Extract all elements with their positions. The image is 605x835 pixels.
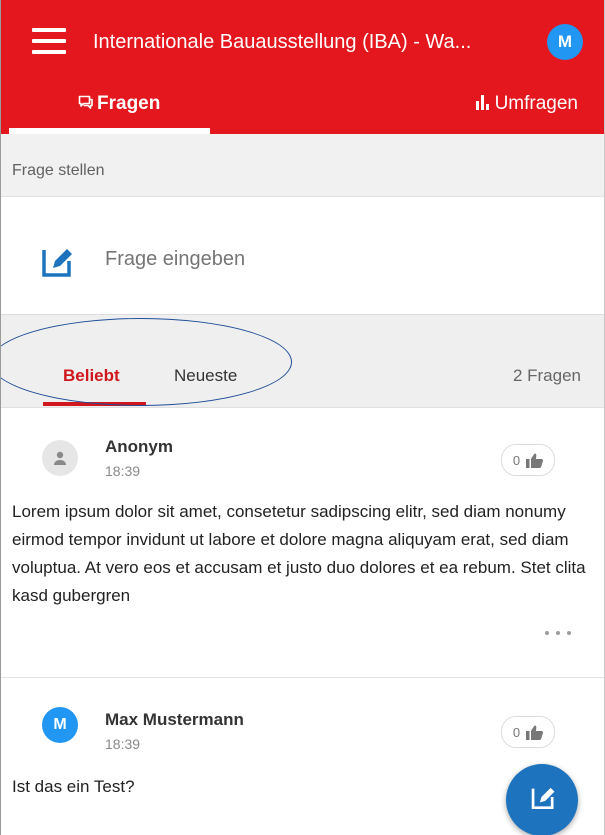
like-button[interactable]: 0 — [501, 444, 555, 476]
more-options-icon[interactable] — [543, 624, 573, 640]
person-icon — [54, 451, 66, 465]
question-author: Anonym — [105, 437, 173, 456]
ask-section-title: Frage stellen — [12, 162, 105, 179]
user-avatar[interactable]: M — [547, 24, 583, 60]
sort-tab-neueste[interactable]: Neueste — [174, 366, 237, 386]
question-input-placeholder: Frage eingeben — [105, 248, 246, 270]
frame-border-left — [0, 0, 1, 835]
edit-square-icon — [531, 787, 555, 810]
tab-umfragen-label: Umfragen — [494, 93, 578, 114]
hamburger-menu-icon[interactable] — [32, 28, 66, 54]
sort-active-indicator — [43, 402, 146, 406]
question-text: Lorem ipsum dolor sit amet, consetetur s… — [12, 502, 586, 605]
sort-bar — [0, 315, 605, 408]
app-bar: Internationale Bauausstellung (IBA) - Wa… — [0, 0, 605, 134]
tab-umfragen[interactable]: Umfragen — [475, 90, 578, 118]
question-count: 2 Fragen — [512, 366, 581, 385]
sort-tab-beliebt[interactable]: Beliebt — [63, 366, 120, 386]
question-divider — [0, 677, 605, 678]
tab-fragen-label: Fragen — [97, 93, 161, 114]
question-input[interactable] — [0, 197, 605, 315]
chat-bubbles-icon — [78, 95, 93, 109]
question-time: 18:39 — [105, 463, 141, 479]
tab-fragen[interactable]: Fragen — [78, 90, 160, 118]
ask-section-header: Frage stellen — [0, 134, 605, 197]
app-frame: Internationale Bauausstellung (IBA) - Wa… — [0, 0, 605, 835]
question-text: Ist das ein Test? — [12, 777, 135, 796]
question-time: 18:39 — [105, 736, 141, 752]
author-avatar: M — [42, 707, 78, 743]
like-count: 0 — [512, 452, 521, 468]
like-button[interactable]: 0 — [501, 716, 555, 748]
question-author: Max Mustermann — [105, 710, 244, 729]
bar-chart-icon — [475, 95, 489, 110]
like-count: 0 — [512, 724, 521, 740]
thumbs-up-icon — [526, 453, 544, 468]
event-title: Internationale Bauausstellung (IBA) - Wa… — [93, 31, 472, 53]
edit-square-icon — [42, 249, 72, 277]
anonymous-avatar — [42, 440, 78, 476]
ask-question-fab[interactable] — [506, 764, 578, 835]
thumbs-up-icon — [526, 725, 544, 740]
